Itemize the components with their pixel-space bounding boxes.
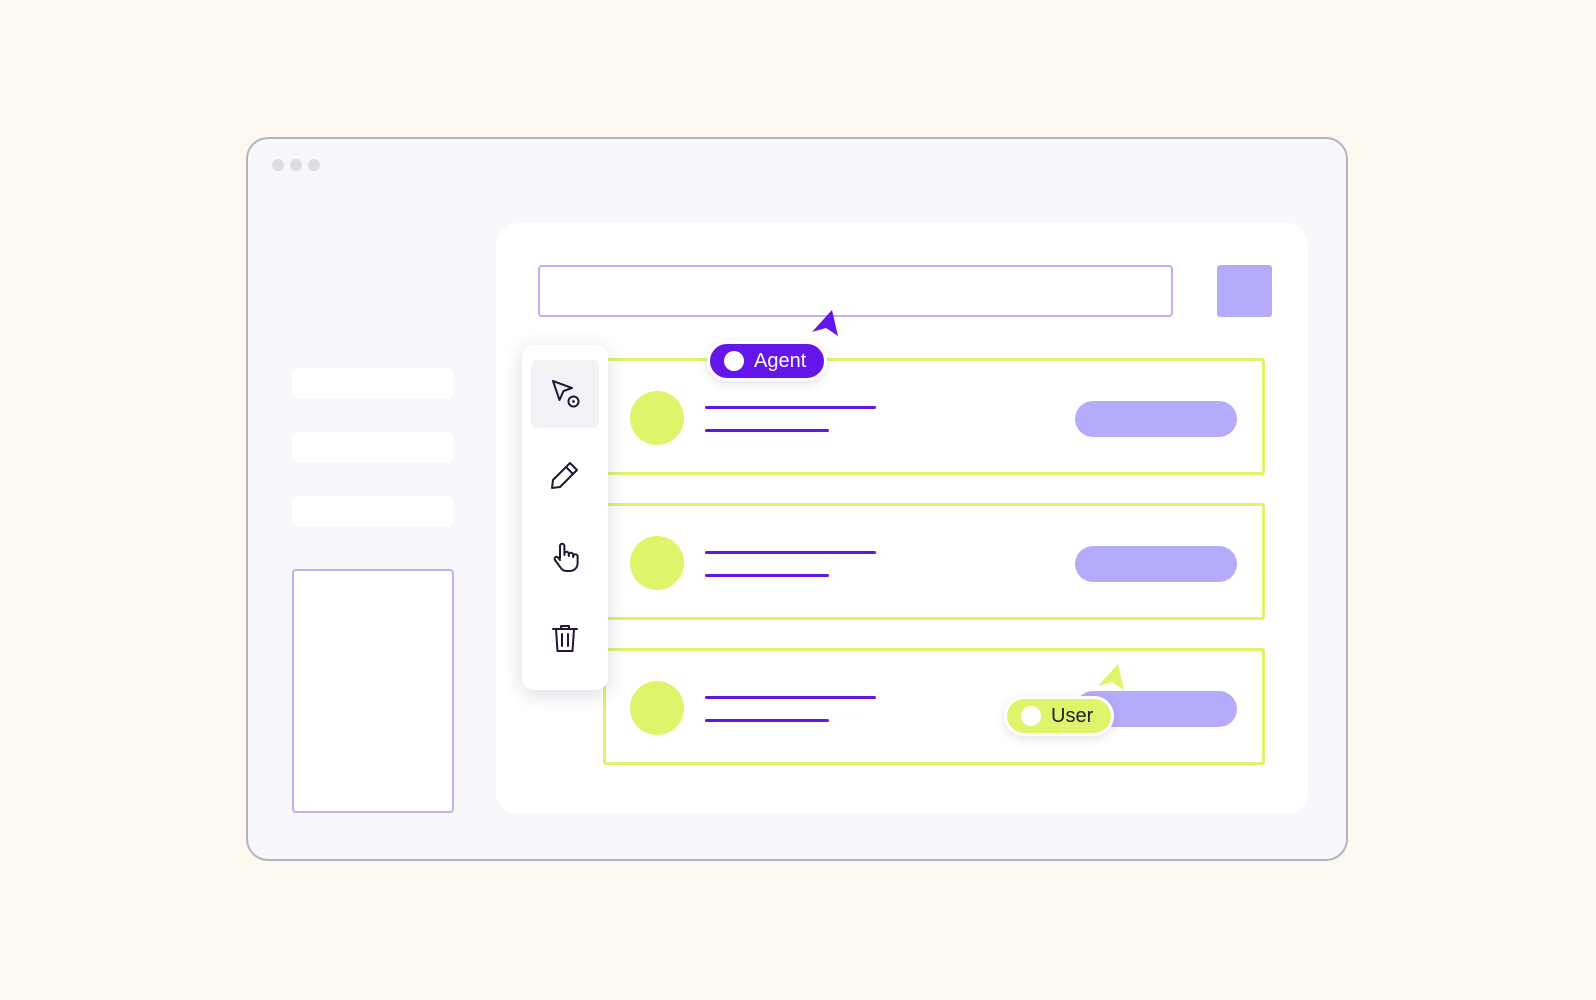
search-button[interactable] xyxy=(1217,265,1272,317)
delete-tool-button[interactable] xyxy=(531,604,599,672)
text-line-primary xyxy=(705,696,876,699)
click-tool-button[interactable] xyxy=(531,523,599,591)
edit-tool-button[interactable] xyxy=(531,441,599,509)
trash-icon xyxy=(552,625,578,652)
avatar xyxy=(630,391,684,445)
user-cursor-icon xyxy=(1098,664,1124,690)
window-controls xyxy=(272,159,320,171)
cursor-pointer-icon xyxy=(552,380,580,408)
text-line-secondary xyxy=(705,719,829,722)
search-input[interactable] xyxy=(538,265,1173,317)
list-item[interactable] xyxy=(603,648,1265,765)
floating-toolbar xyxy=(522,345,608,690)
text-line-primary xyxy=(705,406,876,409)
sidebar-item-3[interactable] xyxy=(292,496,454,527)
row-action-button[interactable] xyxy=(1075,401,1237,437)
browser-window xyxy=(246,137,1348,861)
avatar xyxy=(630,681,684,735)
list-item[interactable] xyxy=(603,503,1265,620)
agent-indicator-dot xyxy=(724,351,744,371)
sidebar-panel xyxy=(292,569,454,813)
text-line-secondary xyxy=(705,429,829,432)
agent-label-text: Agent xyxy=(754,349,807,372)
user-cursor-label: User xyxy=(1004,696,1115,736)
avatar xyxy=(630,536,684,590)
text-line-secondary xyxy=(705,574,829,577)
pencil-icon xyxy=(551,462,578,489)
row-action-button[interactable] xyxy=(1075,546,1237,582)
window-control-dot[interactable] xyxy=(308,159,320,171)
hand-pointer-icon xyxy=(553,542,579,572)
main-panel xyxy=(496,223,1308,814)
window-control-dot[interactable] xyxy=(290,159,302,171)
select-tool-button[interactable] xyxy=(531,360,599,428)
agent-cursor-label: Agent xyxy=(707,341,828,381)
window-control-dot[interactable] xyxy=(272,159,284,171)
user-indicator-dot xyxy=(1021,706,1041,726)
text-line-primary xyxy=(705,551,876,554)
list-item[interactable] xyxy=(603,358,1265,475)
sidebar-item-2[interactable] xyxy=(292,432,454,463)
sidebar-item-1[interactable] xyxy=(292,368,454,399)
user-label-text: User xyxy=(1051,704,1094,727)
agent-cursor-icon xyxy=(812,310,838,336)
